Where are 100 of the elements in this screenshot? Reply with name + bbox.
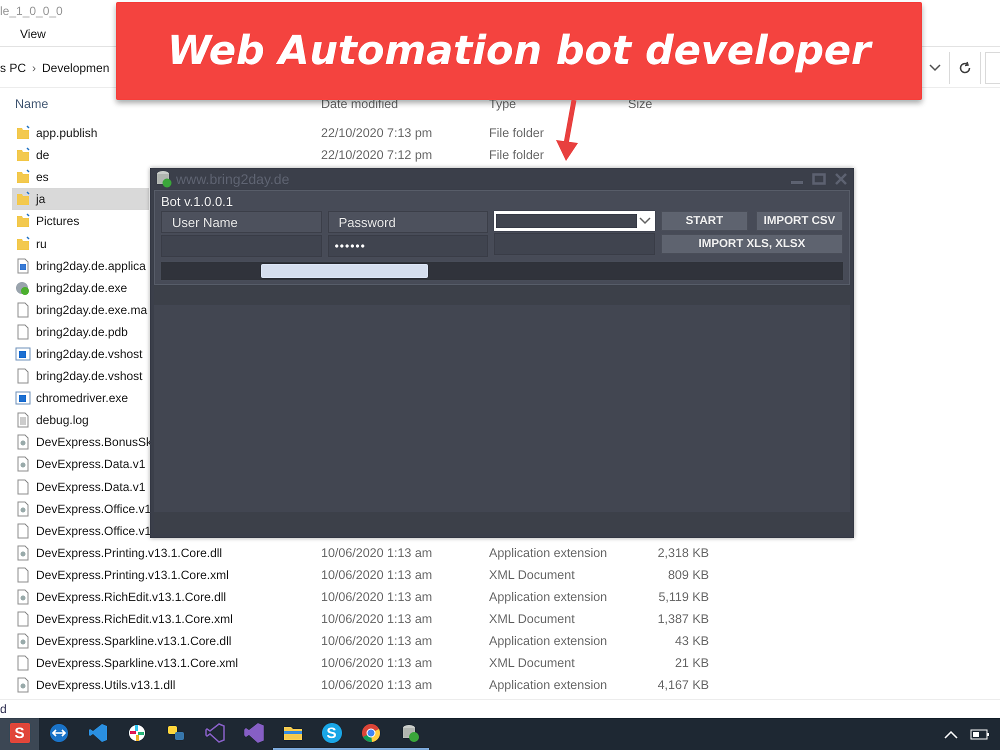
gear-document-icon [15,633,31,650]
document-icon [15,324,31,340]
window-icon [15,390,31,406]
breadcrumb-separator: › [32,61,36,75]
database-icon [156,170,172,188]
file-name[interactable]: DevExpress.Data.v1 [36,457,146,472]
file-name[interactable]: es [36,170,49,184]
arrows-circle-icon [48,723,68,743]
folder-icon [15,213,31,230]
file-name[interactable]: bring2day.de.vshost [36,369,143,384]
gear-document-icon [15,456,31,472]
field-label: Password [328,211,488,233]
refresh-button[interactable] [949,52,981,84]
import-xls-button[interactable]: IMPORT XLS, XLSX [660,234,843,254]
file-name[interactable]: DevExpress.Utils.v13.1.dll [36,678,176,692]
column-header[interactable]: Date modified [321,97,489,111]
size-cell-text: 43 KB [674,634,709,648]
pinwheel-icon [126,723,146,743]
file-name[interactable]: chromedriver.exe [36,391,128,406]
file-name[interactable]: bring2day.de.pdb [36,324,128,339]
chevron-down-icon [638,217,651,225]
address-bar[interactable]: s PC › Developmen [0,52,112,84]
size-cell-text: 21 KB [674,656,709,670]
file-name[interactable]: DevExpress.Office.v1 [36,524,152,538]
breadcrumb-item[interactable]: s PC [0,61,26,75]
size-cell-text: 809 KB [666,568,709,582]
type-cell-text: File folder [489,126,545,140]
type-cell-text: Application extension [489,546,608,560]
file-name[interactable]: bring2day.de.vshost [36,346,143,361]
size-cell-text: 1,387 KB [656,612,709,626]
start-button[interactable]: START [660,211,748,231]
size-cell-text: 5,119 KB [657,590,709,604]
type-cell-text: File folder [489,148,545,162]
ribbon-tab[interactable]: View [14,25,52,43]
banner-title: Web Automation bot developer [167,28,871,74]
file-name[interactable]: debug.log [36,413,89,428]
chevron-down-icon [929,64,941,72]
chevron-up-icon[interactable] [944,730,958,738]
size-cell-text: 2,318 KB [656,546,709,560]
document-icon [15,478,31,495]
folder-icon [15,191,31,208]
file-name[interactable]: ja [36,192,46,206]
input-field[interactable]: •••••• [328,235,488,257]
file-name[interactable]: DevExpress.Printing.v13.1.Core.xml [36,568,229,582]
document-icon [15,655,31,672]
date-cell-text: 10/06/2020 1:13 am [321,678,434,692]
file-name[interactable]: DevExpress.Office.v1 [36,502,152,516]
group-title: Bot v.1.0.0.1 [161,194,234,208]
document-icon [15,258,31,274]
type-cell-text: Application extension [489,678,608,692]
document-icon [15,368,31,384]
folder-icon [15,169,31,186]
folder-icon [15,236,31,252]
text-document-icon [15,412,31,428]
breadcrumb-item[interactable]: Developmen [42,61,110,75]
file-name[interactable]: DevExpress.Data.v1 [36,480,146,494]
status-text: d [0,702,7,716]
document-icon [15,522,31,539]
file-name[interactable]: DevExpress.RichEdit.v13.1.Core.xml [36,612,233,626]
dropdown[interactable] [494,211,655,231]
column-header[interactable]: Type [489,97,628,111]
document-icon [15,566,31,583]
file-name[interactable]: Pictures [36,214,80,228]
app-icon [15,280,31,296]
taskbar-button[interactable]: S [0,718,39,750]
ribbon-icon [88,723,108,743]
file-name[interactable]: DevExpress.RichEdit.v13.1.Core.dll [36,590,226,604]
gear-document-icon [15,434,31,450]
file-name[interactable]: ru [36,236,47,251]
app-icon: S [10,723,30,743]
field-label: User Name [161,211,322,233]
file-name[interactable]: DevExpress.Sparkline.v13.1.Core.xml [36,656,238,670]
file-name[interactable]: bring2day.de.exe [36,280,128,295]
gear-document-icon [15,589,31,606]
battery-icon[interactable] [970,727,990,741]
window-icon [15,346,31,362]
file-name[interactable]: bring2day.de.exe.ma [36,302,148,317]
import-csv-button[interactable]: IMPORT CSV [756,211,843,231]
selected-file-row[interactable]: ja [12,188,149,210]
file-name[interactable]: DevExpress.Sparkline.v13.1.Core.dll [36,634,232,648]
document-icon [15,611,31,628]
date-cell-text: 10/06/2020 1:13 am [321,568,434,582]
date-cell-text: 10/06/2020 1:13 am [321,546,434,560]
gear-document-icon [15,500,31,517]
type-cell-text: XML Document [489,612,576,626]
date-cell-text: 10/06/2020 1:13 am [321,634,434,648]
date-cell-text: 10/06/2020 1:13 am [321,656,434,670]
size-cell-text: 4,167 KB [656,678,709,692]
file-name[interactable]: de [36,148,50,162]
gear-document-icon [15,544,31,561]
window-title: le_1_0_0_0 [0,4,63,18]
search-field[interactable] [985,52,1000,84]
type-cell-text: XML Document [489,568,576,582]
file-name[interactable]: DevExpress.Printing.v13.1.Core.dll [36,546,222,560]
gear-document-icon [15,677,31,694]
file-name[interactable]: app.publish [36,126,98,140]
refresh-icon [958,61,972,75]
document-icon [15,302,31,318]
file-name[interactable]: bring2day.de.applica [36,258,146,273]
column-header[interactable]: Name [15,97,321,111]
